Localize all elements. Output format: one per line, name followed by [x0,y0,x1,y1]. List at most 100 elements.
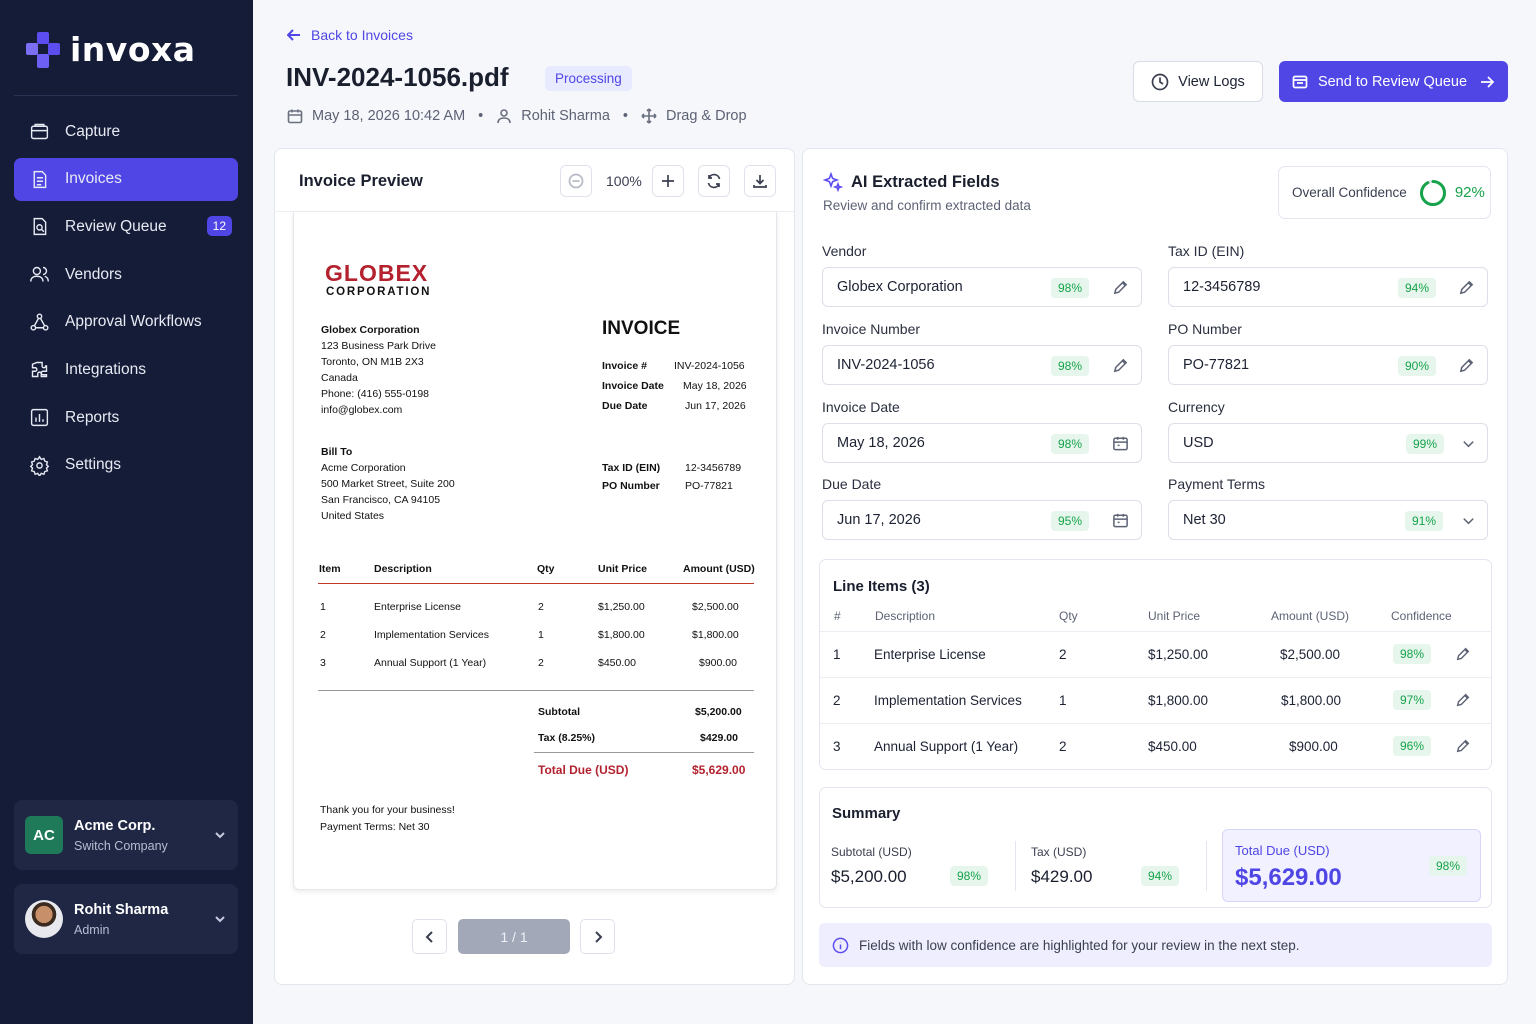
subtotal-label: Subtotal (USD) [831,845,912,859]
doc-row-2-item: 2 [320,629,326,641]
doc-row-2-unit: $1,800.00 [598,629,645,641]
sidebar-item-review-queue[interactable]: Review Queue 12 [14,205,238,248]
confidence-badge: 98% [1393,644,1432,664]
zoom-out-button[interactable] [560,165,592,197]
zoom-level: 100% [606,173,642,189]
tax-id-field[interactable]: 12-3456789 94% [1168,267,1488,307]
tax-id-label: Tax ID (EIN) [1168,243,1245,259]
doc-col-unit-price: Unit Price [598,563,648,575]
sidebar-nav: Capture Invoices Review Queue 12 Vendors… [14,110,238,492]
review-icon [28,216,50,238]
user-menu[interactable]: Rohit Sharma Admin [14,884,238,954]
sidebar-item-label: Integrations [65,360,146,378]
edit-icon[interactable] [1458,357,1476,375]
table-row: 2 Implementation Services 1 $1,800.00 $1… [820,677,1491,723]
arrow-right-icon [1481,75,1495,88]
company-name: Acme Corp. [74,817,156,834]
col-amount: Amount (USD) [1271,609,1350,623]
edit-icon[interactable] [1455,646,1472,663]
confidence-badge: 94% [1141,866,1180,886]
sidebar-item-settings[interactable]: Settings [14,444,238,487]
invoice-number-field[interactable]: INV-2024-1056 98% [822,345,1142,385]
col-number: # [834,609,841,623]
preview-title: Invoice Preview [299,172,423,190]
doc-total-label: Total Due (USD) [538,763,629,777]
app-name: invoxa [70,30,196,69]
doc-tax-label: Tax (8.25%) [538,732,595,744]
chevron-left-icon [425,930,433,943]
rotate-button[interactable] [698,165,730,197]
confidence-badge: 98% [950,866,989,886]
edit-icon[interactable] [1458,279,1476,297]
doc-meta-values: INV-2024-1056 May 18, 2026 Jun 17, 2026 [674,360,747,412]
doc-col-qty: Qty [537,563,555,575]
sidebar-item-reports[interactable]: Reports [14,396,238,439]
calendar-icon[interactable] [1112,512,1130,530]
doc-col-item: Item [319,563,341,575]
due-date-label: Due Date [822,476,882,492]
vendor-field[interactable]: Globex Corporation 98% [822,267,1142,307]
download-icon [753,175,767,188]
puzzle-icon [28,359,50,381]
invoice-date-label: Invoice Date [822,399,900,415]
sidebar-item-capture[interactable]: Capture [14,110,238,153]
user-name: Rohit Sharma [74,901,169,918]
edit-icon[interactable] [1455,738,1472,755]
download-button[interactable] [744,165,776,197]
edit-icon[interactable] [1112,357,1130,375]
calendar-icon[interactable] [1112,435,1130,453]
view-logs-button[interactable]: View Logs [1133,61,1263,102]
next-page-button[interactable] [580,919,615,954]
upload-source: Drag & Drop [665,108,747,124]
payment-terms-select[interactable]: Net 30 91% [1168,500,1488,540]
zoom-in-button[interactable] [652,165,684,197]
workflow-icon [28,311,50,333]
doc-row-1-amount: $2,500.00 [692,601,739,613]
chevron-down-icon [1460,512,1478,530]
send-to-review-queue-button[interactable]: Send to Review Queue [1279,61,1508,102]
back-to-invoices-link[interactable]: Back to Invoices [287,27,413,43]
status-badge: Processing [545,66,632,91]
summary-title: Summary [832,805,901,822]
doc-row-3-qty: 2 [538,657,544,669]
plus-icon [662,175,674,187]
sidebar-item-integrations[interactable]: Integrations [14,348,238,391]
payment-terms-label: Payment Terms [1168,476,1265,492]
chart-icon [28,407,50,429]
col-description: Description [875,609,936,623]
arrow-left-icon [287,29,300,41]
confidence-badge: 90% [1398,356,1437,376]
calendar-icon [287,109,303,124]
tax-value: $429.00 [1031,867,1093,886]
doc-row-3-amount: $900.00 [699,657,737,669]
po-number-field[interactable]: PO-77821 90% [1168,345,1488,385]
doc-row-1-desc: Enterprise License [374,601,461,613]
due-date-field[interactable]: Jun 17, 2026 95% [822,500,1142,540]
po-number-label: PO Number [1168,321,1242,337]
company-switcher[interactable]: AC Acme Corp. Switch Company [14,800,238,870]
sidebar-item-label: Invoices [65,170,122,188]
confidence-value: 92% [1454,184,1485,201]
invoice-date-field[interactable]: May 18, 2026 98% [822,423,1142,463]
extracted-fields-subtitle: Review and confirm extracted data [823,198,1031,213]
app-logo[interactable]: invoxa [26,30,196,69]
sidebar-item-approval-workflows[interactable]: Approval Workflows [14,301,238,344]
doc-row-3-item: 3 [320,657,326,669]
sidebar-item-invoices[interactable]: Invoices [14,157,238,201]
previous-page-button[interactable] [412,919,447,954]
edit-icon[interactable] [1455,692,1472,709]
table-row: 1 Enterprise License 2 $1,250.00 $2,500.… [820,631,1491,677]
confidence-label: Overall Confidence [1292,185,1407,200]
info-icon [832,937,849,953]
sidebar-item-vendors[interactable]: Vendors [14,253,238,296]
edit-icon[interactable] [1112,279,1130,297]
invoice-number-label: Invoice Number [822,321,921,337]
doc-row-2-amount: $1,800.00 [692,629,739,641]
subtotal-value: $5,200.00 [831,867,907,886]
sidebar-item-label: Settings [65,456,122,474]
confidence-ring [1419,179,1446,206]
doc-tax-value: $429.00 [700,732,738,744]
currency-select[interactable]: USD 99% [1168,423,1488,463]
col-confidence: Confidence [1391,609,1452,623]
doc-body-rule [318,690,754,691]
